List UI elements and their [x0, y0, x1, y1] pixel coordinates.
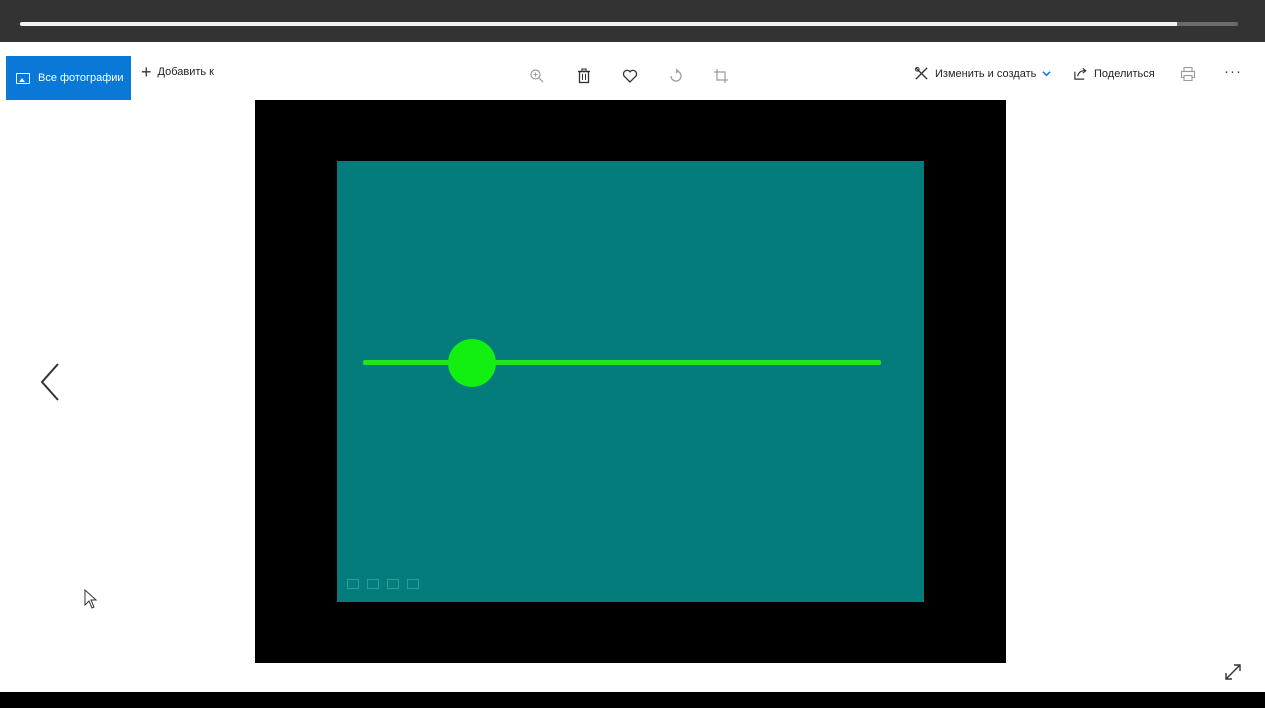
rotate-icon — [670, 68, 682, 82]
plus-icon: + — [141, 62, 152, 82]
favorite-icon — [622, 69, 638, 83]
crop-icon — [714, 69, 728, 83]
cursor-icon — [84, 588, 98, 614]
video-progress-strip — [0, 0, 1265, 42]
slider-track — [363, 360, 881, 365]
rotate-button[interactable] — [666, 66, 686, 86]
share-button[interactable]: Поделиться — [1073, 66, 1155, 81]
photo-viewer — [255, 100, 1006, 663]
edit-create-button[interactable]: Изменить и создать — [914, 66, 1051, 81]
all-photos-button[interactable]: Все фотографии — [6, 56, 131, 100]
slide-tool-icon — [387, 579, 399, 589]
favorite-button[interactable] — [620, 66, 640, 86]
expand-button[interactable] — [1223, 662, 1243, 687]
video-progress-fill — [20, 22, 1178, 26]
slider-knob — [447, 339, 496, 387]
previous-photo-button[interactable] — [36, 360, 66, 404]
delete-button[interactable] — [574, 66, 594, 86]
photo-content — [337, 161, 924, 602]
add-to-button[interactable]: + Добавить к — [141, 62, 214, 82]
share-icon — [1074, 67, 1087, 80]
chevron-down-icon — [1042, 71, 1051, 77]
print-button[interactable] — [1180, 66, 1196, 87]
title-bar: ✕ — [0, 42, 1265, 52]
add-to-label: Добавить к — [157, 66, 214, 78]
share-label: Поделиться — [1094, 67, 1155, 80]
chevron-left-icon — [40, 363, 59, 401]
expand-icon — [1225, 664, 1241, 680]
slide-toolbar — [347, 579, 419, 589]
edit-create-label: Изменить и создать — [935, 67, 1037, 80]
print-icon — [1180, 66, 1196, 82]
bottom-bar — [0, 692, 1265, 708]
more-icon[interactable]: ··· — [1224, 63, 1242, 80]
crop-button[interactable] — [711, 66, 731, 86]
photos-icon — [16, 72, 30, 84]
delete-icon — [578, 68, 590, 84]
slide-tool-icon — [407, 579, 419, 589]
zoom-button[interactable] — [527, 66, 547, 86]
close-icon[interactable]: ✕ — [1226, 42, 1235, 46]
slide-tool-icon — [347, 579, 359, 589]
video-progress-bar[interactable] — [20, 22, 1238, 26]
slide-tool-icon — [367, 579, 379, 589]
toolbar: Все фотографии + Добавить к Изменить и с… — [0, 52, 1265, 100]
all-photos-label: Все фотографии — [38, 72, 124, 84]
edit-create-icon — [914, 66, 928, 80]
zoom-icon — [530, 69, 544, 83]
